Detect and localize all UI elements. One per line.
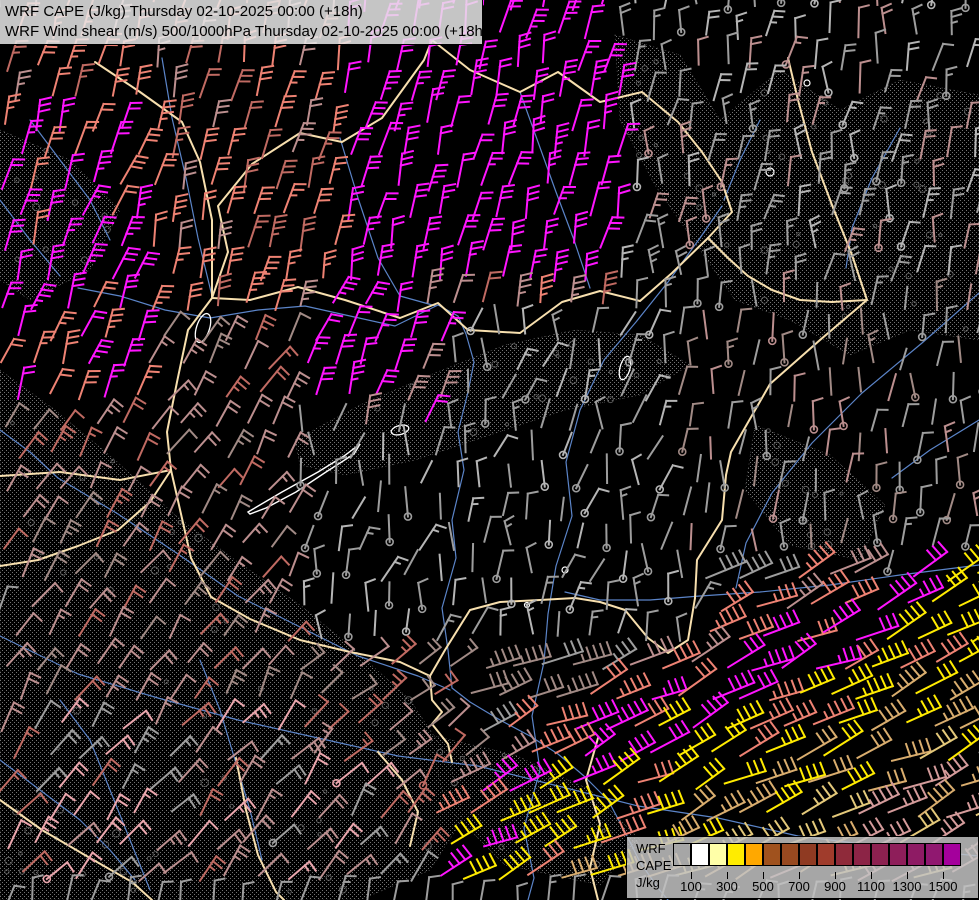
legend-label-wrf: WRF (636, 840, 671, 857)
cape-legend-labels: WRF CAPE J/kg (636, 840, 671, 891)
wind-barb (472, 544, 473, 571)
wind-barb (374, 611, 375, 635)
colorbar-tick-label: 1500 (929, 879, 958, 894)
colorbar-tick (835, 872, 836, 879)
colorbar-tick-label: 500 (752, 879, 774, 894)
colorbar-tick-label: 1300 (893, 879, 922, 894)
legend-label-cape: CAPE (636, 857, 671, 874)
wind-barb (817, 283, 818, 307)
colorbar-tick-label: 900 (824, 879, 846, 894)
colorbar-cell (925, 843, 943, 866)
colorbar-tick-label: 100 (680, 879, 702, 894)
weather-map (0, 0, 979, 900)
colorbar-tick-label: 1100 (857, 879, 885, 894)
colorbar-tick-label: 300 (716, 879, 738, 894)
colorbar-cell (691, 843, 709, 866)
colorbar-tick (907, 872, 908, 879)
colorbar-tick (691, 872, 692, 879)
colorbar-cell (763, 843, 781, 866)
colorbar-cell (745, 843, 763, 866)
colorbar-cell (907, 843, 925, 866)
map-title-box: WRF CAPE (J/kg) Thursday 02-10-2025 00:0… (0, 0, 483, 45)
colorbar-cell (889, 843, 907, 866)
colorbar-tick (871, 872, 872, 879)
weather-map-stage: WRF CAPE (J/kg) Thursday 02-10-2025 00:0… (0, 0, 979, 900)
colorbar-cell (817, 843, 835, 866)
wind-barb (811, 525, 812, 548)
legend-label-units: J/kg (636, 874, 671, 891)
colorbar-cell (673, 843, 691, 866)
colorbar-cell (709, 843, 727, 866)
colorbar-cell (871, 843, 889, 866)
wind-barb (532, 431, 533, 460)
wind-barb (691, 524, 692, 549)
colorbar-tick (943, 872, 944, 879)
cape-colorbar: 100300500700900110013001500 (673, 843, 961, 867)
colorbar-cell (781, 843, 799, 866)
cape-legend: WRF CAPE J/kg 10030050070090011001300150… (626, 836, 979, 899)
wind-barb (829, 315, 830, 338)
wind-barb (710, 437, 711, 458)
wind-barb (440, 494, 441, 519)
colorbar-cell (943, 843, 961, 866)
colorbar-tick (727, 872, 728, 879)
colorbar-cell (835, 843, 853, 866)
colorbar-cell (853, 843, 871, 866)
colorbar-cell (727, 843, 745, 866)
colorbar-tick (799, 872, 800, 879)
title-line-shear: WRF Wind shear (m/s) 500/1000hPa Thursda… (5, 22, 477, 42)
title-line-cape: WRF CAPE (J/kg) Thursday 02-10-2025 00:0… (5, 2, 477, 22)
colorbar-tick-label: 700 (788, 879, 810, 894)
colorbar-cell (799, 843, 817, 866)
colorbar-tick (763, 872, 764, 879)
